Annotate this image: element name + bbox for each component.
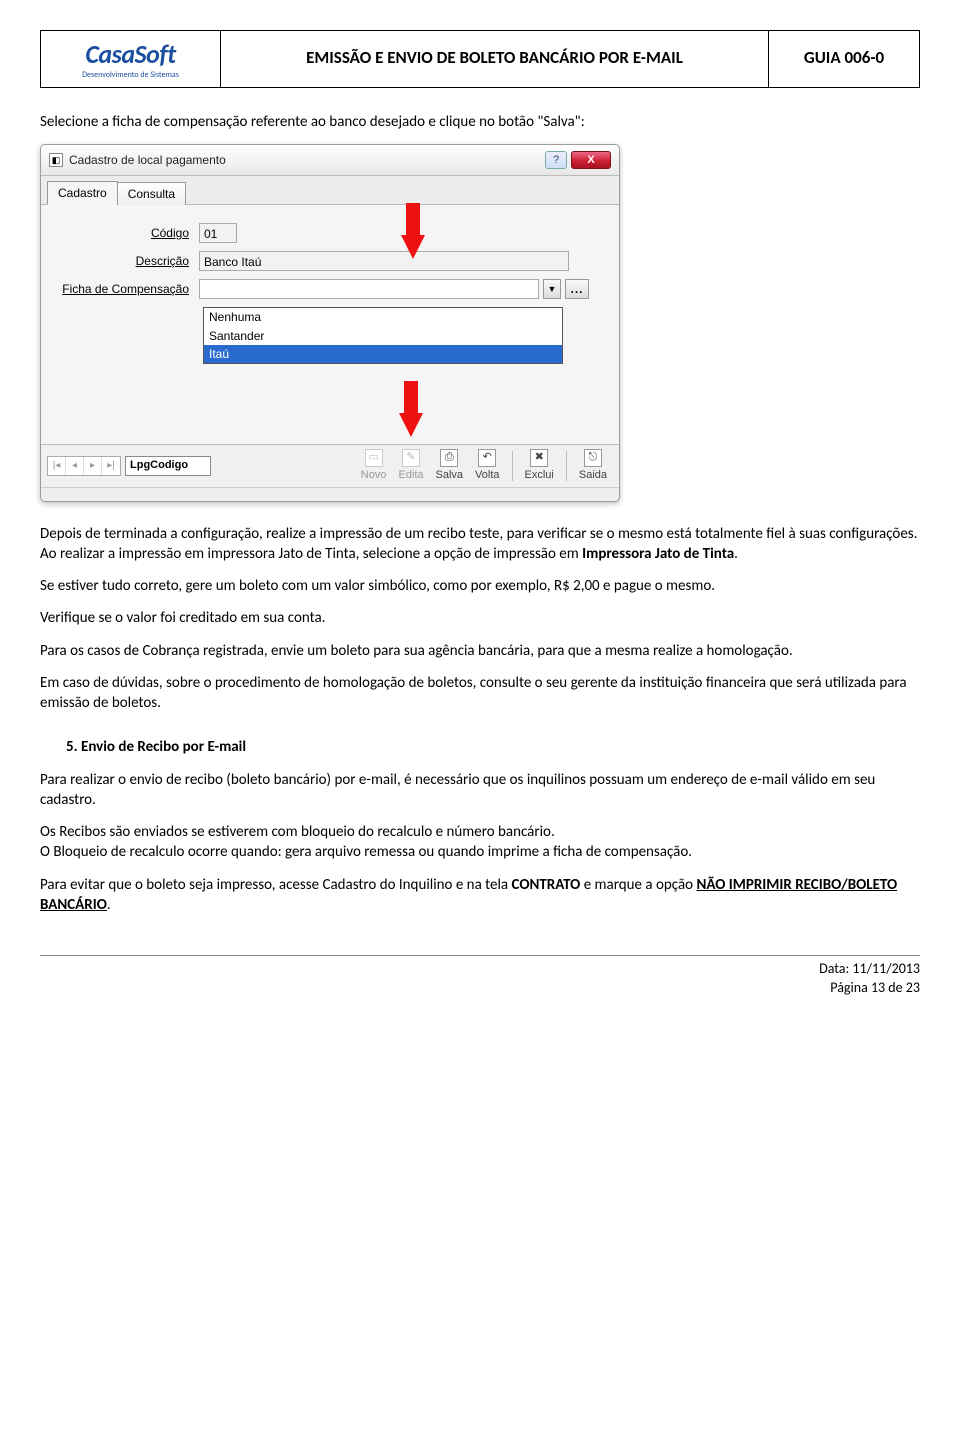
salva-label: Salva: [436, 468, 464, 483]
exclui-label: Exclui: [525, 468, 554, 483]
page-header: CasaSoft Desenvolvimento de Sistemas EMI…: [40, 30, 920, 88]
toolbar-separator: [512, 451, 513, 481]
bold-text: CONTRATO: [512, 876, 581, 894]
codigo-label: Código: [55, 225, 195, 241]
paragraph: Para realizar o envio de recibo (boleto …: [40, 770, 920, 811]
page-footer: Data: 11/11/2013 Página 13 de 23: [40, 960, 920, 998]
exclui-button[interactable]: ✖ Exclui: [525, 449, 554, 483]
help-button[interactable]: ?: [545, 151, 567, 169]
nav-prev-icon[interactable]: ◂: [66, 457, 84, 475]
logo-text: CasaSoft: [82, 37, 179, 72]
codigo-field[interactable]: 01: [199, 223, 237, 243]
descricao-label: Descrição: [55, 253, 195, 269]
ficha-field[interactable]: [199, 279, 539, 299]
nav-next-icon[interactable]: ▸: [84, 457, 102, 475]
text: Para evitar que o boleto seja impresso, …: [40, 876, 512, 894]
dropdown-option-selected[interactable]: Itaú: [204, 345, 562, 363]
paragraph: Para evitar que o boleto seja impresso, …: [40, 875, 920, 916]
undo-icon: ↶: [478, 449, 496, 467]
exit-icon: ⎋: [584, 449, 602, 467]
logo-subtext: Desenvolvimento de Sistemas: [82, 70, 179, 81]
new-icon: ▭: [365, 449, 383, 467]
app-window: ◧ Cadastro de local pagamento ? X Cadast…: [40, 144, 620, 502]
lpg-codigo-field[interactable]: LpgCodigo: [125, 456, 211, 476]
toolbar-separator: [566, 451, 567, 481]
saida-label: Saida: [579, 468, 607, 483]
save-icon: ⎙: [440, 449, 458, 467]
section-heading: 5. Envio de Recibo por E-mail: [66, 737, 920, 757]
nav-last-icon[interactable]: ▸|: [102, 457, 120, 475]
paragraph: Depois de terminada a configuração, real…: [40, 524, 920, 565]
ficha-browse-button[interactable]: ...: [565, 279, 589, 299]
edit-icon: ✎: [402, 449, 420, 467]
callout-arrow-icon: [401, 235, 425, 259]
volta-button[interactable]: ↶ Volta: [475, 449, 499, 483]
logo-cell: CasaSoft Desenvolvimento de Sistemas: [41, 31, 221, 87]
ficha-dropdown-button[interactable]: ▼: [543, 279, 561, 299]
toolbar: |◂ ◂ ▸ ▸| LpgCodigo ▭ Novo ✎ Edita ⎙ Sal…: [41, 444, 619, 487]
footer-page-value: 13 de 23: [871, 979, 920, 996]
volta-label: Volta: [475, 468, 499, 483]
novo-label: Novo: [361, 468, 387, 483]
tabs-row: Cadastro Consulta: [41, 176, 619, 205]
text: e marque a opção: [580, 876, 696, 894]
form-area: Código 01 Descrição Banco Itaú Ficha de …: [41, 205, 619, 444]
record-nav-group[interactable]: |◂ ◂ ▸ ▸|: [47, 456, 121, 476]
nav-first-icon[interactable]: |◂: [48, 457, 66, 475]
text: Depois de terminada a configuração, real…: [40, 525, 917, 543]
text: Ao realizar a impressão em impressora Ja…: [40, 545, 582, 563]
edita-button[interactable]: ✎ Edita: [398, 449, 423, 483]
descricao-field[interactable]: Banco Itaú: [199, 251, 569, 271]
footer-date-value: 11/11/2013: [852, 960, 920, 977]
window-title: Cadastro de local pagamento: [69, 152, 226, 168]
dropdown-option[interactable]: Santander: [204, 327, 562, 345]
paragraph: Verifique se o valor foi creditado em su…: [40, 608, 920, 628]
paragraph: Em caso de dúvidas, sobre o procedimento…: [40, 673, 920, 714]
ficha-label: Ficha de Compensação: [55, 281, 195, 297]
paragraph: Para os casos de Cobrança registrada, en…: [40, 641, 920, 661]
callout-arrow-icon: [399, 413, 423, 437]
salva-button[interactable]: ⎙ Salva: [436, 449, 464, 483]
saida-button[interactable]: ⎋ Saida: [579, 449, 607, 483]
text: .: [107, 896, 111, 914]
paragraph: Se estiver tudo correto, gere um boleto …: [40, 576, 920, 596]
tab-cadastro[interactable]: Cadastro: [47, 181, 118, 205]
paragraph: Os Recibos são enviados se estiverem com…: [40, 822, 920, 842]
ficha-dropdown-list[interactable]: Nenhuma Santander Itaú: [203, 307, 563, 364]
text: .: [734, 545, 738, 563]
footer-rule: [40, 955, 920, 956]
intro-paragraph: Selecione a ficha de compensação referen…: [40, 112, 920, 132]
doc-guide-code: GUIA 006-0: [769, 31, 919, 87]
window-titlebar: ◧ Cadastro de local pagamento ? X: [41, 145, 619, 176]
footer-date-label: Data:: [819, 960, 852, 977]
bold-text: Impressora Jato de Tinta: [582, 545, 734, 563]
logo: CasaSoft Desenvolvimento de Sistemas: [82, 37, 179, 81]
close-button[interactable]: X: [571, 151, 611, 169]
tab-consulta[interactable]: Consulta: [117, 182, 186, 205]
window-icon: ◧: [49, 153, 63, 167]
dropdown-option[interactable]: Nenhuma: [204, 308, 562, 326]
paragraph: O Bloqueio de recalculo ocorre quando: g…: [40, 842, 920, 862]
status-bar: [41, 487, 619, 501]
novo-button[interactable]: ▭ Novo: [361, 449, 387, 483]
doc-title: EMISSÃO E ENVIO DE BOLETO BANCÁRIO POR E…: [221, 31, 769, 87]
edita-label: Edita: [398, 468, 423, 483]
footer-page-label: Página: [830, 979, 871, 996]
delete-icon: ✖: [530, 449, 548, 467]
